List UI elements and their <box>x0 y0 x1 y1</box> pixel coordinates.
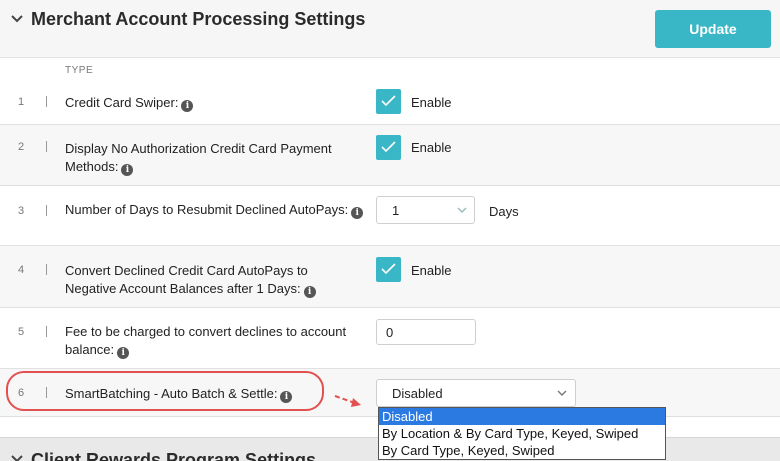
row-divider <box>46 264 47 275</box>
setting-label-text: Credit Card Swiper: <box>65 95 179 110</box>
smartbatching-select[interactable]: Disabled <box>376 379 576 407</box>
highlight-annotation <box>6 371 324 411</box>
select-value: 1 <box>392 203 400 218</box>
days-suffix: Days <box>489 204 519 219</box>
setting-label: Credit Card Swiper: i <box>65 94 365 112</box>
setting-label: Number of Days to Resubmit Declined Auto… <box>65 201 365 219</box>
settings-row: 4 Convert Declined Credit Card AutoPays … <box>0 246 780 308</box>
settings-row: 2 Display No Authorization Credit Card P… <box>0 125 780 186</box>
info-icon[interactable]: i <box>303 286 316 298</box>
section-header: Merchant Account Processing Settings Upd… <box>0 0 780 58</box>
setting-label-text: Convert Declined Credit Card AutoPays to… <box>65 263 308 296</box>
decline-fee-input[interactable] <box>376 319 476 345</box>
row-number: 2 <box>18 141 25 153</box>
setting-label-text: Number of Days to Resubmit Declined Auto… <box>65 202 349 217</box>
chevron-down-icon <box>557 390 567 396</box>
chevron-down-icon[interactable] <box>10 12 24 26</box>
info-icon[interactable]: i <box>121 164 134 176</box>
convert-declined-autopays-checkbox[interactable] <box>376 257 401 282</box>
checkmark-icon <box>381 263 396 275</box>
checkbox-label: Enable <box>411 95 452 110</box>
credit-card-swiper-checkbox[interactable] <box>376 89 401 114</box>
setting-label-text: Display No Authorization Credit Card Pay… <box>65 141 332 174</box>
settings-row: 5 Fee to be charged to convert declines … <box>0 308 780 369</box>
setting-label-text: Fee to be charged to convert declines to… <box>65 324 347 357</box>
dropdown-option[interactable]: By Location & By Card Type, Keyed, Swipe… <box>379 425 665 442</box>
row-divider <box>46 205 47 216</box>
row-number: 1 <box>18 96 25 108</box>
row-divider <box>46 326 47 337</box>
checkmark-icon <box>381 95 396 107</box>
row-number: 4 <box>18 264 25 276</box>
info-icon[interactable]: i <box>181 100 194 112</box>
checkbox-label: Enable <box>411 140 452 155</box>
update-button[interactable]: Update <box>655 10 771 48</box>
row-divider <box>46 96 47 107</box>
row-number: 3 <box>18 205 25 217</box>
section-title: Client Rewards Program Settings <box>31 450 317 461</box>
info-icon[interactable]: i <box>351 207 364 219</box>
row-divider <box>46 141 47 152</box>
resubmit-days-select[interactable]: 1 <box>376 196 475 224</box>
dropdown-option[interactable]: Disabled <box>379 408 665 425</box>
chevron-down-icon[interactable] <box>10 452 24 461</box>
setting-label: Fee to be charged to convert declines to… <box>65 323 365 359</box>
settings-row: 3 Number of Days to Resubmit Declined Au… <box>0 186 780 246</box>
no-auth-payment-methods-checkbox[interactable] <box>376 135 401 160</box>
arrow-right-icon <box>334 395 361 407</box>
section-title: Merchant Account Processing Settings <box>31 9 366 29</box>
setting-label: Display No Authorization Credit Card Pay… <box>65 140 365 176</box>
select-value: Disabled <box>392 386 443 401</box>
checkbox-label: Enable <box>411 263 452 278</box>
row-number: 5 <box>18 326 25 338</box>
dropdown-option[interactable]: By Card Type, Keyed, Swiped <box>379 442 665 459</box>
settings-row: 1 Credit Card Swiper: i Enable <box>0 80 780 125</box>
chevron-down-icon <box>457 207 467 213</box>
setting-label: Convert Declined Credit Card AutoPays to… <box>65 262 350 298</box>
column-header-type: TYPE <box>65 65 94 76</box>
smartbatching-dropdown-list: Disabled By Location & By Card Type, Key… <box>378 407 666 460</box>
info-icon[interactable]: i <box>117 347 130 359</box>
checkmark-icon <box>381 141 396 153</box>
